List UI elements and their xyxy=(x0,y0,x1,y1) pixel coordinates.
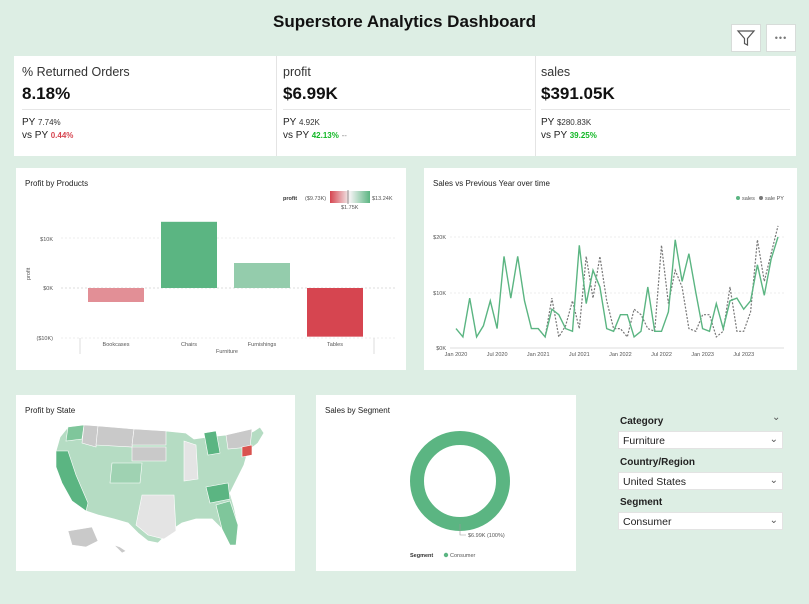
x-tick-label: Jul 2020 xyxy=(487,352,508,358)
legend-title: Segment xyxy=(410,553,433,559)
y-tick: ($10K) xyxy=(36,336,53,342)
map-state-id[interactable] xyxy=(81,424,99,448)
x-tick-label: Jan 2022 xyxy=(609,352,632,358)
kpi-vs-py: vs PY 39.25% xyxy=(541,130,597,141)
kpi-profit: profit $6.99K PY 4.92K vs PY 42.13% -- xyxy=(277,56,535,156)
y-tick: $0K xyxy=(43,286,53,292)
donut-data-label: $6.99K (100%) xyxy=(468,533,505,539)
x-tick-label: Tables xyxy=(327,342,343,348)
legend-mid: $1.75K xyxy=(341,205,359,211)
map-state-co[interactable] xyxy=(109,462,143,484)
chevron-down-icon[interactable]: ⌄ xyxy=(772,412,780,423)
filter-icon xyxy=(736,30,756,46)
map-state-ct[interactable] xyxy=(241,444,253,458)
kpi-py: PY 4.92K xyxy=(283,117,320,128)
x-tick-label: Jan 2021 xyxy=(527,352,550,358)
profit-by-state-card[interactable]: Profit by State xyxy=(16,395,295,571)
map-state-ak[interactable] xyxy=(67,526,99,548)
bar-chairs[interactable] xyxy=(161,221,217,288)
legend-swatch-consumer xyxy=(443,552,449,558)
map-state-nd[interactable] xyxy=(131,428,167,446)
x-tick-label: Jul 2022 xyxy=(651,352,672,358)
x-tick-label: Jul 2023 xyxy=(733,352,754,358)
x-tick-label: Jan 2020 xyxy=(445,352,468,358)
kpi-name: profit xyxy=(283,65,311,79)
kpi-py: PY $280.83K xyxy=(541,117,592,128)
sales-vs-py-chart: sales sale PY $20K $10K $0K Jan 2020 Jul … xyxy=(433,196,784,358)
legend-py: sale PY xyxy=(765,196,784,202)
kpi-value: $6.99K xyxy=(283,84,338,103)
y-tick: $20K xyxy=(433,235,446,241)
kpi-py: PY 7.74% xyxy=(22,117,61,128)
bar-bookcases[interactable] xyxy=(88,288,144,302)
bar-furnishings[interactable] xyxy=(234,263,290,288)
page-title: Superstore Analytics Dashboard xyxy=(273,12,536,31)
map-state-il[interactable] xyxy=(183,440,199,482)
donut-slice-consumer[interactable] xyxy=(410,431,510,531)
kpi-vs-py: vs PY 42.13% -- xyxy=(283,130,347,141)
legend-item-consumer: Consumer xyxy=(450,553,476,559)
y-axis-label: profit xyxy=(26,267,32,280)
slicer-value: Furniture xyxy=(623,435,666,447)
legend-title: profit xyxy=(283,196,297,202)
kpi-value: 8.18% xyxy=(22,84,71,103)
kpi-name: % Returned Orders xyxy=(22,65,130,79)
legend-min: ($9.73K) xyxy=(305,196,326,202)
divider xyxy=(22,109,272,110)
map-state-mt[interactable] xyxy=(95,425,135,448)
us-map xyxy=(55,424,265,554)
sales-by-segment-card[interactable]: Sales by Segment $6.99K (100%) Segment C… xyxy=(316,395,576,571)
kpi-value: $391.05K xyxy=(541,84,615,103)
chevron-down-icon: ⌄ xyxy=(769,434,778,445)
sales-vs-py-card[interactable]: Sales vs Previous Year over time sales s… xyxy=(424,168,797,370)
map-state-hi[interactable] xyxy=(113,544,127,554)
slicer-segment-dropdown[interactable]: Consumer ⌄ xyxy=(618,512,783,530)
bar-tables[interactable] xyxy=(307,288,363,337)
kpi-vs-py: vs PY 0.44% xyxy=(22,130,74,141)
segment-donut-chart: $6.99K (100%) Segment Consumer xyxy=(410,431,510,559)
x-tick-label: Bookcases xyxy=(103,342,130,348)
y-tick: $10K xyxy=(40,237,53,243)
slicer-country-dropdown[interactable]: United States ⌄ xyxy=(618,472,783,490)
profit-by-products-chart: profit ($9.73K) $13.24K $1.75K profit $1… xyxy=(26,190,396,355)
chevron-down-icon: ⌄ xyxy=(769,475,778,486)
slicer-value: United States xyxy=(623,476,687,488)
more-options-button[interactable]: ••• xyxy=(766,24,796,52)
legend-swatch-py xyxy=(759,196,763,200)
x-axis-label: Furniture xyxy=(216,349,238,355)
divider xyxy=(541,109,790,110)
more-options-icon: ••• xyxy=(774,33,788,43)
chevron-down-icon: ⌄ xyxy=(769,515,778,526)
series-line-sale-py xyxy=(537,225,779,339)
kpi-returned-orders: % Returned Orders 8.18% PY 7.74% vs PY 0… xyxy=(14,56,276,156)
filter-button[interactable] xyxy=(731,24,761,52)
slicer-segment-label: Segment xyxy=(620,497,663,508)
divider xyxy=(283,109,531,110)
legend-swatch-sales xyxy=(736,196,740,200)
x-tick-label: Jan 2023 xyxy=(691,352,714,358)
slicer-category-dropdown[interactable]: Furniture ⌄ xyxy=(618,431,783,449)
x-tick-label: Jul 2021 xyxy=(569,352,590,358)
legend-sales: sales xyxy=(742,196,755,202)
map-state-sd[interactable] xyxy=(131,446,167,462)
legend-gradient xyxy=(330,191,370,203)
slicer-country-label: Country/Region xyxy=(620,457,695,468)
slicer-category-label: Category xyxy=(620,416,664,427)
kpi-panel: % Returned Orders 8.18% PY 7.74% vs PY 0… xyxy=(14,56,796,156)
x-tick-label: Furnishings xyxy=(248,342,277,348)
profit-by-products-card[interactable]: Profit by Products profit ($9.73K) $13.2… xyxy=(16,168,406,370)
kpi-name: sales xyxy=(541,65,571,79)
x-tick-label: Chairs xyxy=(181,342,197,348)
y-tick: $10K xyxy=(433,291,446,297)
map-state-wa[interactable] xyxy=(65,424,85,442)
kpi-sales: sales $391.05K PY $280.83K vs PY 39.25% xyxy=(536,56,796,156)
slicer-value: Consumer xyxy=(623,516,672,528)
legend-max: $13.24K xyxy=(372,196,393,202)
